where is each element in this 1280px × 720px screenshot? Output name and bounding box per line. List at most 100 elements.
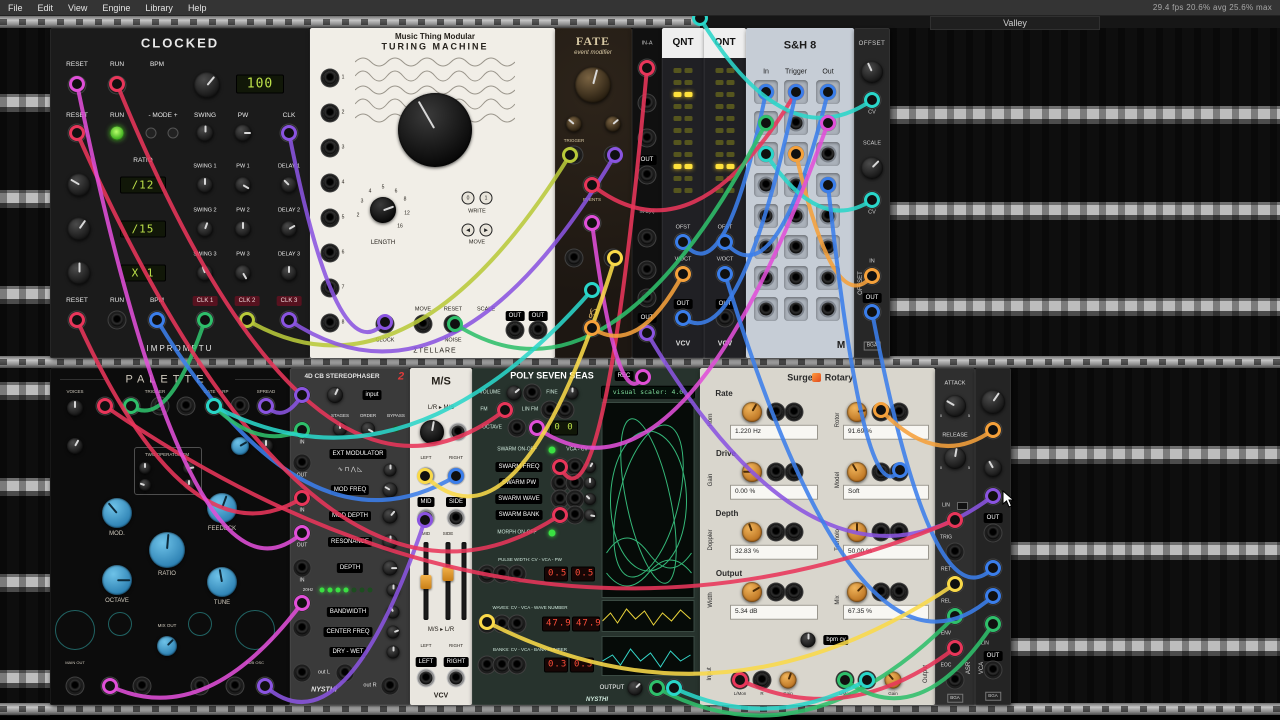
fine-knob[interactable]	[565, 386, 579, 400]
clk-master-jack[interactable]	[282, 126, 296, 140]
order-knob[interactable]	[361, 422, 375, 436]
out2-jack[interactable]	[531, 323, 545, 337]
sample-hold-jack[interactable]	[754, 173, 778, 197]
module-palette[interactable]: PALETTE VOICES TRIGGER GATE - ARP SPREAD…	[50, 368, 290, 705]
side-slider[interactable]	[445, 542, 451, 620]
aux-slider[interactable]	[461, 542, 467, 620]
mode-right-button[interactable]	[168, 128, 178, 138]
noise-jack[interactable]	[446, 317, 460, 331]
move-jack[interactable]	[416, 317, 430, 331]
ratio1-knob[interactable]	[67, 173, 91, 197]
octave-jack2[interactable]	[530, 421, 544, 435]
jack-pin[interactable]	[759, 116, 773, 130]
menu-item-edit[interactable]: Edit	[38, 3, 54, 13]
octave-knob[interactable]	[102, 565, 132, 595]
rate-aux-jack[interactable]	[787, 405, 801, 419]
feedback-knob[interactable]	[207, 493, 237, 523]
in-jack-3[interactable]	[986, 617, 1000, 631]
sample-hold-jack[interactable]	[784, 80, 808, 104]
top-jack-7[interactable]	[259, 399, 273, 413]
right-out-jack[interactable]	[449, 671, 463, 685]
swarm-wave-knob[interactable]	[584, 493, 596, 505]
out-l-jack[interactable]	[295, 666, 309, 680]
jack-pin[interactable]	[821, 271, 835, 285]
event-jack-4[interactable]	[606, 251, 620, 265]
tremolo-aux-jack[interactable]	[892, 525, 906, 539]
sample-hold-jack[interactable]	[816, 297, 840, 321]
jack-pin[interactable]	[759, 85, 773, 99]
output-jack-1[interactable]	[650, 681, 664, 695]
io-jack-4[interactable]	[295, 526, 309, 540]
width-cv-jack[interactable]	[451, 425, 465, 439]
pw3-knob[interactable]	[235, 265, 251, 281]
module-clocked[interactable]: CLOCKED RESET RUN BPM 100 RESET RUN - MO…	[50, 28, 310, 358]
module-turing-machine[interactable]: Music Thing Modular TURING MACHINE 1 2 3…	[310, 28, 555, 358]
swarm-pw-jack2[interactable]	[568, 476, 582, 490]
scale-knob[interactable]	[861, 157, 883, 179]
jack-pin[interactable]	[789, 209, 803, 223]
swarm-pw-jack1[interactable]	[553, 476, 567, 490]
jack-pin[interactable]	[821, 240, 835, 254]
swarm-wave-jack1[interactable]	[553, 492, 567, 506]
pulse-jack-7[interactable]	[323, 281, 337, 295]
ofst-jack[interactable]	[718, 235, 732, 249]
left-in-jack[interactable]	[419, 469, 433, 483]
voct-jack[interactable]	[676, 267, 690, 281]
fm-mini-knob-3[interactable]	[139, 479, 151, 491]
pw-jack2[interactable]	[495, 567, 509, 581]
depth-knob[interactable]	[382, 560, 398, 576]
menu-item-file[interactable]: File	[8, 3, 23, 13]
module-ab-switch[interactable]: IN-A OUT IN-B(A) OUT	[632, 28, 662, 358]
module-surge-rotary[interactable]: Surge Rotary Rate Horn Rotor 1.220 Hz 91…	[700, 368, 935, 705]
gain-knob[interactable]	[742, 462, 762, 482]
bottom-jack-2[interactable]	[103, 679, 117, 693]
tremolo-cv-jack[interactable]	[874, 525, 888, 539]
gain-cv-jack[interactable]	[769, 465, 783, 479]
input-r-jack[interactable]	[755, 673, 769, 687]
note-led-stack[interactable]	[673, 68, 693, 193]
input-gain-knob[interactable]	[779, 671, 797, 689]
bottom-jack-5[interactable]	[228, 679, 242, 693]
octave-cv-jack[interactable]	[510, 421, 524, 435]
lin-jack[interactable]	[948, 513, 962, 527]
mod-knob[interactable]	[102, 498, 132, 528]
output-knob[interactable]	[627, 680, 643, 696]
env-jack[interactable]	[948, 641, 962, 655]
swarm-freq-jack1[interactable]	[553, 460, 567, 474]
doppler-knob[interactable]	[742, 522, 762, 542]
pw1-knob[interactable]	[235, 177, 251, 193]
pw2-knob[interactable]	[235, 221, 251, 237]
top-jack-5[interactable]	[207, 399, 221, 413]
bank-jack2[interactable]	[495, 658, 509, 672]
jack-pin[interactable]	[821, 85, 835, 99]
a-cv-jack[interactable]	[640, 96, 654, 110]
output-r-jack[interactable]	[860, 673, 874, 687]
resonance-knob[interactable]	[382, 534, 398, 550]
mid-slider-handle[interactable]	[420, 575, 432, 589]
release-knob[interactable]	[944, 447, 966, 469]
attack-knob[interactable]	[944, 395, 966, 417]
mod-depth-knob[interactable]	[382, 508, 398, 524]
ratio-knob[interactable]	[149, 532, 185, 568]
in-jack-2[interactable]	[986, 589, 1000, 603]
clk2-jack[interactable]	[240, 313, 254, 327]
rate-knob[interactable]	[742, 402, 762, 422]
mix-value-field[interactable]: 67.35 %	[843, 604, 929, 620]
valley-module-edge[interactable]: Valley	[930, 16, 1100, 30]
dry-wet-knob[interactable]	[386, 645, 400, 659]
out-jack-2[interactable]	[986, 663, 1000, 677]
ofst-jack[interactable]	[676, 235, 690, 249]
module-vca[interactable]: OUT LIN OUT VCA BGA	[975, 368, 1011, 705]
swarm-onoff-led[interactable]	[548, 446, 556, 454]
jack-pin[interactable]	[821, 116, 835, 130]
out-jack[interactable]	[676, 311, 690, 325]
mix-cv-jack[interactable]	[874, 585, 888, 599]
jack-pin[interactable]	[789, 116, 803, 130]
module-stereophaser[interactable]: 4D CB STEREOPHASER 2 input IN OUT IN OUT…	[290, 368, 410, 705]
gain-value-field[interactable]: 0.00 %	[730, 484, 818, 500]
jack-pin[interactable]	[821, 209, 835, 223]
swarm-pw-knob[interactable]	[584, 477, 596, 489]
sample-hold-jack[interactable]	[816, 204, 840, 228]
io-jack-2[interactable]	[295, 456, 309, 470]
ratio2-knob[interactable]	[67, 217, 91, 241]
